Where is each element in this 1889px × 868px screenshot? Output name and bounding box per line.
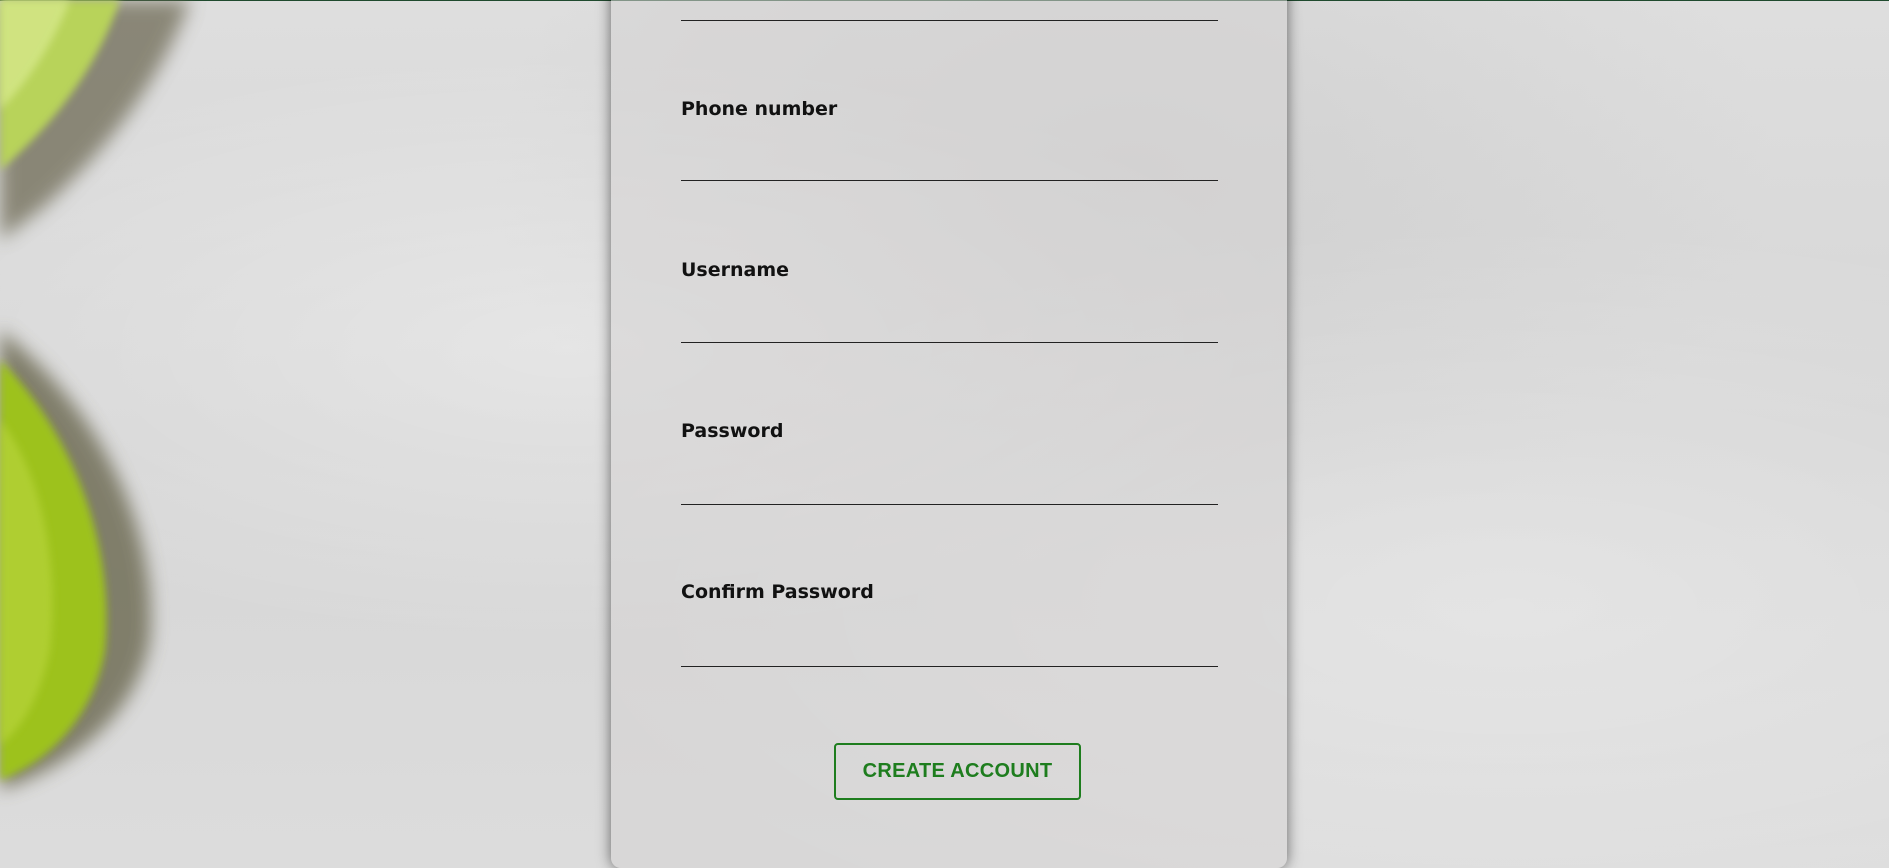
- confirm-password-label: Confirm Password: [681, 581, 874, 603]
- username-input[interactable]: [681, 313, 1218, 343]
- phone-number-input[interactable]: [681, 151, 1218, 181]
- confirm-password-field: Confirm Password: [681, 581, 1218, 667]
- phone-number-label: Phone number: [681, 98, 838, 120]
- leaf-background-image: [0, 0, 220, 868]
- create-account-button[interactable]: CREATE ACCOUNT: [834, 743, 1081, 800]
- previous-field-underline: [681, 20, 1218, 21]
- username-field: Username: [681, 259, 1218, 345]
- password-field: Password: [681, 420, 1218, 506]
- password-label: Password: [681, 420, 784, 442]
- confirm-password-input[interactable]: [681, 637, 1218, 667]
- username-label: Username: [681, 259, 790, 281]
- phone-number-field: Phone number: [681, 98, 1218, 184]
- password-input[interactable]: [681, 475, 1218, 505]
